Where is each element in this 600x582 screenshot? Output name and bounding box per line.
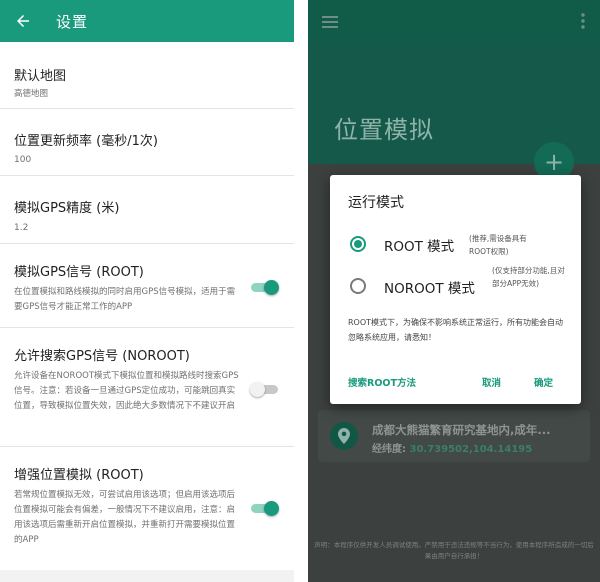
confirm-button[interactable]: 确定	[534, 375, 553, 389]
pref-summary: 高德地图	[14, 89, 49, 99]
dialog-title: 运行模式	[348, 195, 404, 211]
location-pin-icon	[330, 422, 358, 450]
location-name: 成都大熊猫繁育研究基地内,成年...	[372, 423, 551, 437]
enhanced-mock-root-switch[interactable]	[251, 501, 279, 516]
root-mode-note: (推荐,需设备具有ROOT权限)	[469, 234, 527, 256]
more-vert-icon[interactable]	[581, 13, 585, 33]
cancel-button[interactable]: 取消	[482, 375, 501, 389]
pref-title: 增强位置模拟 (ROOT)	[14, 468, 144, 483]
pref-title: 模拟GPS精度 (米)	[14, 201, 120, 216]
root-mode-label[interactable]: ROOT 模式	[384, 235, 454, 255]
main-screen: 位置模拟 + 成都大熊猫繁育研究基地内,成年... 经纬度: 30.739502…	[308, 0, 600, 582]
pref-gps-accuracy[interactable]: 模拟GPS精度 (米) 1.2	[0, 176, 294, 244]
settings-bottom-strip	[0, 570, 294, 582]
plus-icon: +	[543, 148, 565, 176]
hamburger-menu-icon[interactable]	[322, 14, 338, 33]
location-card[interactable]: 成都大熊猫繁育研究基地内,成年... 经纬度: 30.739502,104.14…	[318, 410, 590, 462]
pref-summary: 1.2	[14, 223, 29, 233]
root-mode-radio[interactable]	[350, 236, 366, 252]
settings-app-bar: 设置	[0, 0, 294, 42]
dialog-message: ROOT模式下，为确保不影响系统正常运行，所有功能会自动忽略系统应用，请悉知！	[348, 318, 564, 342]
pref-title: 默认地图	[14, 69, 67, 84]
noroot-mode-radio[interactable]	[350, 278, 366, 294]
main-title: 位置模拟	[334, 116, 434, 144]
settings-screen: 设置 默认地图 高德地图 位置更新频率 (毫秒/1次) 100 模拟GPS精度 …	[0, 0, 294, 582]
pref-gps-signal-root[interactable]: 模拟GPS信号 (ROOT) 在位置模拟和路线模拟的同时启用GPS信号模拟，适用…	[0, 244, 294, 328]
pref-summary: 若常规位置模拟无效，可尝试启用该选项；但启用该选项后位置模拟可能会有偏差，一般情…	[14, 490, 236, 545]
noroot-mode-label[interactable]: NOROOT 模式	[384, 277, 475, 297]
coord-label: 经纬度:	[372, 444, 410, 455]
pref-default-map[interactable]: 默认地图 高德地图	[0, 42, 294, 109]
location-coordinates: 经纬度: 30.739502,104.14195	[372, 440, 532, 455]
pref-summary: 允许设备在NOROOT模式下模拟位置和模拟路线时搜索GPS信号。注意：若设备一旦…	[14, 371, 239, 411]
settings-title: 设置	[56, 12, 89, 31]
pref-title: 允许搜索GPS信号 (NOROOT)	[14, 349, 190, 364]
arrow-left-icon[interactable]	[12, 10, 34, 32]
gps-signal-root-switch[interactable]	[251, 280, 279, 295]
pref-enhanced-mock-root[interactable]: 增强位置模拟 (ROOT) 若常规位置模拟无效，可尝试启用该选项；但启用该选项后…	[0, 447, 294, 570]
coord-value: 30.739502,104.14195	[409, 444, 533, 455]
pref-summary: 在位置模拟和路线模拟的同时启用GPS信号模拟，适用于需要GPS信号才能正常工作的…	[14, 287, 236, 312]
pref-title: 位置更新频率 (毫秒/1次)	[14, 134, 158, 149]
pref-search-gps-noroot[interactable]: 允许搜索GPS信号 (NOROOT) 允许设备在NOROOT模式下模拟位置和模拟…	[0, 328, 294, 447]
search-gps-noroot-switch[interactable]	[250, 382, 278, 397]
pref-summary: 100	[14, 155, 32, 165]
pref-update-frequency[interactable]: 位置更新频率 (毫秒/1次) 100	[0, 109, 294, 176]
pref-title: 模拟GPS信号 (ROOT)	[14, 265, 144, 280]
main-app-bar	[308, 0, 600, 42]
disclaimer-text: 声明：本程序仅供开发人员调试使用。严禁用于违法违规等不当行为，使用本程序所造成的…	[314, 541, 594, 560]
run-mode-dialog: 运行模式 ROOT 模式 (推荐,需设备具有ROOT权限) NOROOT 模式 …	[330, 175, 581, 404]
search-root-button[interactable]: 搜索ROOT方法	[348, 375, 416, 389]
noroot-mode-note: (仅支持部分功能,且对部分APP无效)	[492, 266, 565, 288]
